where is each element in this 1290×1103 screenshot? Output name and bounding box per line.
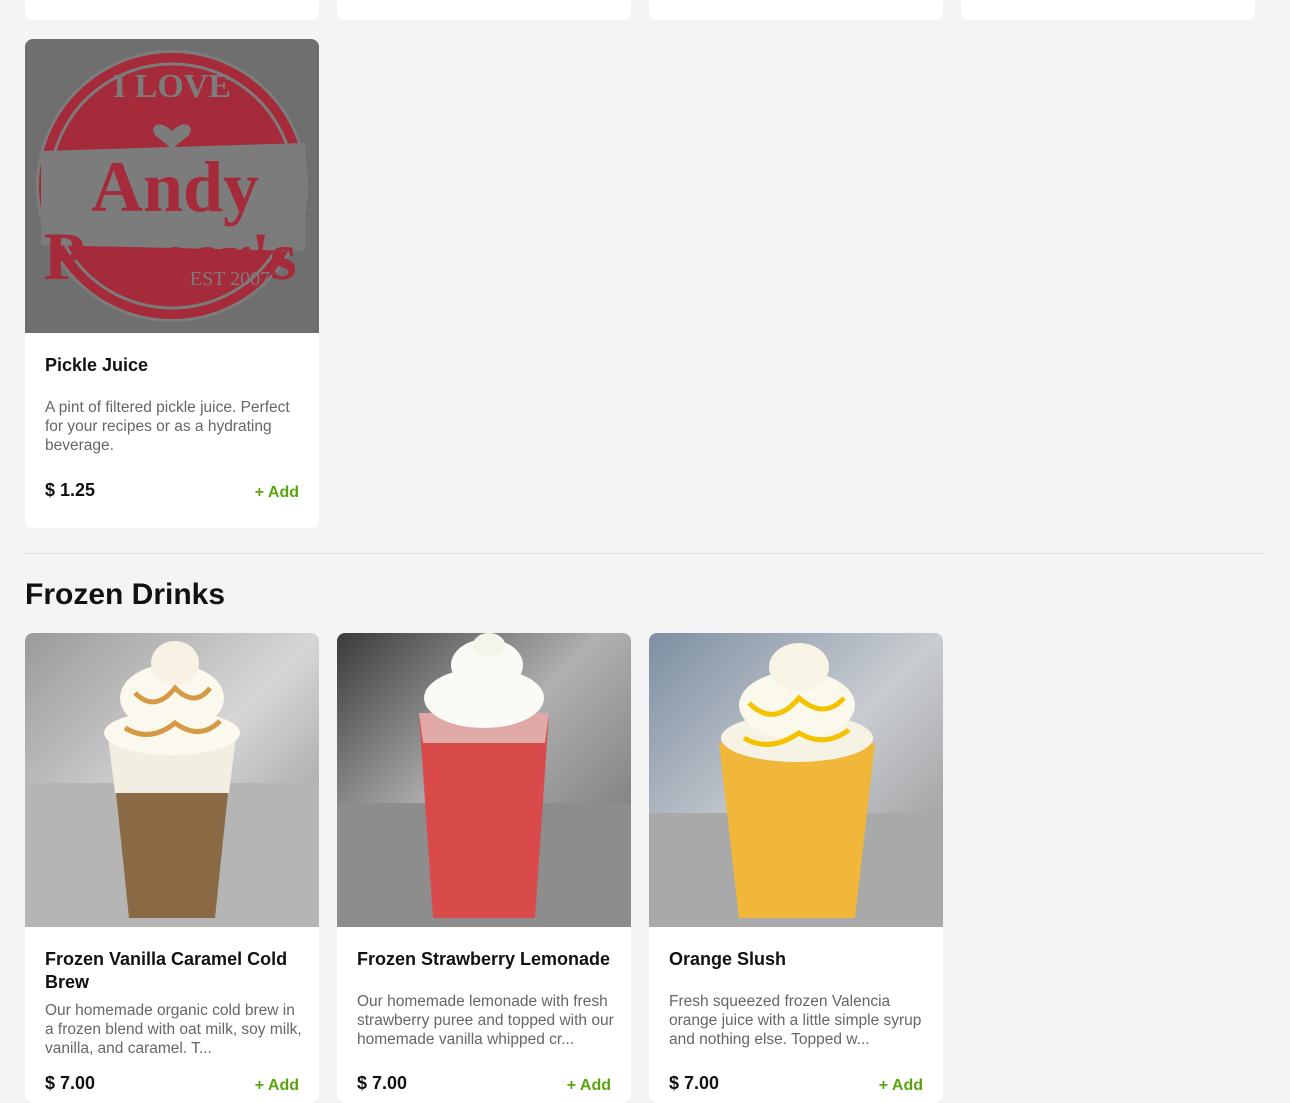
svg-text:Andy: Andy [91,147,259,227]
menu-card-partial[interactable] [649,0,943,20]
cold-brew-photo [25,633,319,927]
menu-card-orange-slush[interactable]: Orange Slush Fresh squeezed frozen Valen… [649,633,943,1103]
item-price: $ 7.00 [357,1073,408,1093]
andy-peppers-logo: I LOVE Andy Pepper's EST 2007 [25,39,319,333]
menu-card-frozen-strawberry-lemonade[interactable]: Frozen Strawberry Lemonade Our homemade … [337,633,631,1103]
item-description: Our homemade lemonade with fresh strawbe… [357,993,614,1048]
menu-card-frozen-vanilla-caramel-cold-brew[interactable]: Frozen Vanilla Caramel Cold Brew Our hom… [25,633,319,1103]
section-title: Frozen Drinks [25,578,226,611]
menu-card-pickle-juice[interactable]: I LOVE Andy Pepper's EST 2007 Pickle Jui… [25,39,319,528]
section-divider [25,553,1265,554]
item-image: I LOVE Andy Pepper's EST 2007 [25,39,319,333]
svg-text:I LOVE: I LOVE [113,68,231,105]
item-image [649,633,943,927]
menu-card-partial[interactable] [337,0,631,20]
strawberry-lemonade-photo [337,633,631,927]
item-price: $ 1.25 [45,480,96,500]
item-price: $ 7.00 [45,1073,96,1093]
menu-card-partial[interactable] [961,0,1255,20]
item-title: Pickle Juice [45,355,149,375]
item-description: A pint of filtered pickle juice. Perfect… [45,399,290,454]
menu-card-partial[interactable] [25,0,319,20]
add-to-cart-button[interactable]: + Add [255,1077,299,1095]
svg-text:EST 2007: EST 2007 [190,268,270,290]
item-title: Frozen Strawberry Lemonade [357,949,611,969]
item-description: Fresh squeezed frozen Valencia orange ju… [669,993,922,1048]
item-description: Our homemade organic cold brew in a froz… [45,1002,302,1057]
item-price: $ 7.00 [669,1073,720,1093]
add-to-cart-button[interactable]: + Add [567,1077,611,1095]
item-image [337,633,631,927]
item-title: Orange Slush [669,949,787,969]
item-title: Frozen Vanilla Caramel Cold Brew [45,949,288,992]
add-to-cart-button[interactable]: + Add [879,1077,923,1095]
item-image [25,633,319,927]
add-to-cart-button[interactable]: + Add [255,484,299,502]
orange-slush-photo [649,633,943,927]
